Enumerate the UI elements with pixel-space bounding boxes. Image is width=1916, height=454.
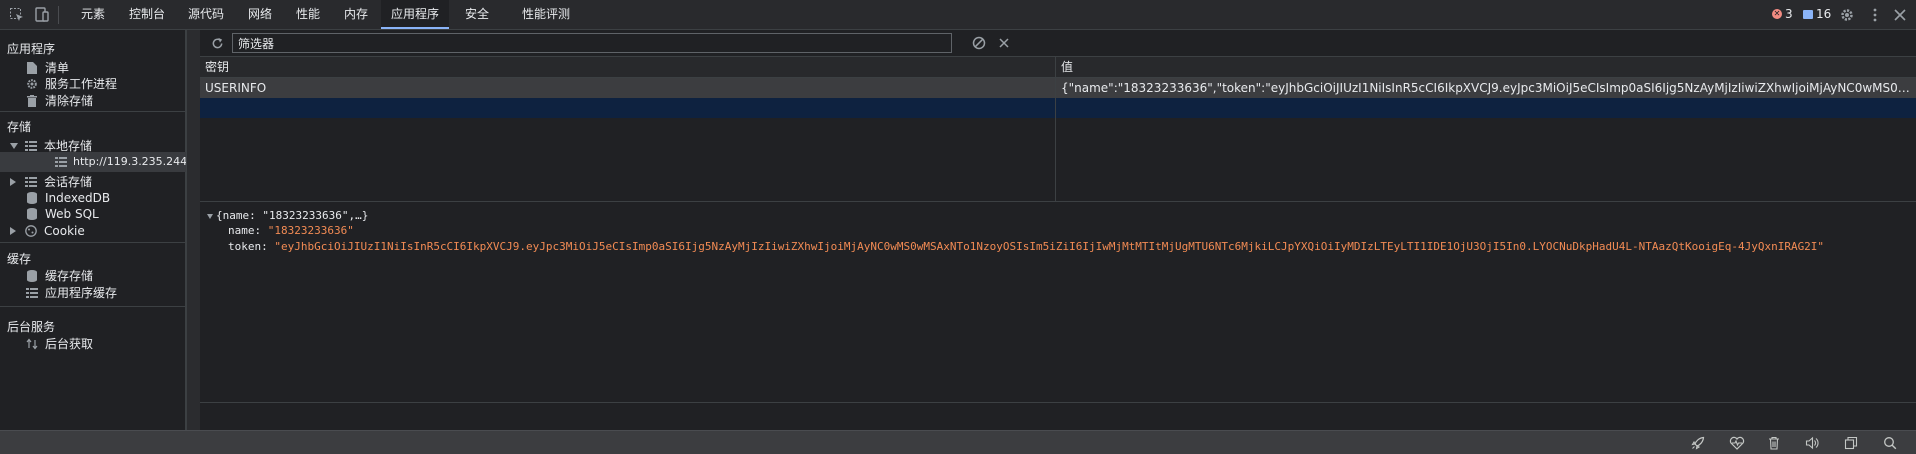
devtools-toolbar: 元素 控制台 源代码 网络 性能 内存 应用程序 安全 性能评测 ✕ 3 16 (0, 0, 1916, 30)
section-divider (0, 111, 186, 112)
expand-triangle-icon[interactable] (10, 143, 18, 149)
application-sidebar: 应用程序 清单 服务工作进程 清除存储 存储 本地存储 http://119.3… (0, 30, 188, 430)
section-title-cache: 缓存 (7, 252, 32, 266)
tab-memory[interactable]: 内存 (334, 0, 378, 29)
row-value-cell[interactable]: {"name":"18323233636","token":"eyJhbGciO… (1061, 78, 1911, 98)
property-key: token (228, 240, 262, 253)
property-key: name (228, 224, 255, 237)
table-header: 密钥 值 (200, 57, 1916, 78)
gear-icon (25, 77, 39, 91)
preview-object-summary[interactable]: {name: "18323233636",…} (207, 209, 368, 222)
sidebar-item-cookies[interactable]: Cookie (10, 221, 85, 241)
message-count-badge[interactable]: 16 (1803, 7, 1831, 21)
gear-icon[interactable] (1838, 6, 1856, 24)
table-grid-icon (24, 139, 38, 153)
table-row[interactable]: USERINFO {"name":"18323233636","token":"… (200, 78, 1916, 98)
layers-icon[interactable] (1842, 434, 1860, 452)
database-icon (25, 191, 39, 205)
preview-property-name: name: "18323233636" (228, 224, 354, 237)
error-count: 3 (1785, 7, 1793, 21)
filter-input[interactable] (232, 33, 952, 53)
column-header-value[interactable]: 值 (1061, 57, 1073, 77)
drawer-toolbar (0, 430, 1916, 454)
object-summary-text: {name: "18323233636",…} (216, 209, 369, 222)
column-header-key[interactable]: 密钥 (205, 57, 229, 77)
value-preview-pane: {name: "18323233636",…} name: "183232336… (200, 202, 1916, 402)
refresh-icon[interactable] (208, 34, 226, 52)
tab-sources[interactable]: 源代码 (178, 0, 234, 29)
message-count: 16 (1816, 7, 1832, 21)
collapse-triangle-icon[interactable] (10, 227, 16, 235)
tab-security[interactable]: 安全 (455, 0, 499, 29)
heart-pulse-icon[interactable] (1728, 434, 1746, 452)
sidebar-item-background-fetch[interactable]: 后台获取 (25, 334, 93, 354)
column-divider[interactable] (1055, 57, 1056, 201)
table-grid-icon (55, 155, 67, 169)
search-icon[interactable] (1881, 434, 1899, 452)
storage-filter-bar (200, 30, 1916, 57)
property-value: "18323233636" (267, 224, 354, 237)
rocket-icon[interactable] (1689, 434, 1707, 452)
message-icon (1803, 9, 1813, 19)
section-divider (0, 242, 186, 243)
close-icon[interactable] (1891, 6, 1909, 24)
sidebar-item-clear-storage[interactable]: 清除存储 (25, 91, 93, 111)
sidebar-item-label: Cookie (44, 224, 85, 238)
sidebar-item-label: http://119.3.235.244 (73, 155, 188, 168)
row-key-cell[interactable]: USERINFO (205, 78, 1045, 98)
table-grid-icon (25, 286, 39, 300)
property-value: "eyJhbGciOiJIUzI1NiIsInR5cCI6IkpXVCJ9.ey… (274, 240, 1825, 253)
tab-lighthouse[interactable]: 性能评测 (512, 0, 580, 29)
tab-application[interactable]: 应用程序 (381, 0, 450, 29)
error-icon: ✕ (1772, 9, 1782, 19)
sidebar-item-origin[interactable]: http://119.3.235.244 (0, 152, 188, 172)
error-count-badge[interactable]: ✕ 3 (1772, 7, 1793, 21)
table-row-empty-selected[interactable] (200, 98, 1916, 118)
database-icon (25, 269, 39, 283)
trash-icon (25, 94, 39, 108)
tab-console[interactable]: 控制台 (119, 0, 175, 29)
section-title-background-services: 后台服务 (7, 320, 56, 334)
sidebar-item-label: 应用程序缓存 (45, 286, 118, 300)
toolbar-divider (58, 6, 59, 24)
table-grid-icon (24, 175, 38, 189)
sidebar-item-label: 后台获取 (45, 337, 94, 351)
tab-elements[interactable]: 元素 (71, 0, 115, 29)
trash-icon[interactable] (1765, 434, 1783, 452)
sidebar-item-application-cache[interactable]: 应用程序缓存 (25, 283, 117, 303)
delete-selected-icon[interactable] (995, 34, 1013, 52)
cookie-icon (24, 224, 38, 238)
local-storage-table: 密钥 值 USERINFO {"name":"18323233636","tok… (200, 57, 1916, 202)
speaker-icon[interactable] (1803, 434, 1821, 452)
database-icon (25, 207, 39, 221)
preview-bottom-divider (200, 402, 1916, 403)
clear-all-icon[interactable] (970, 34, 988, 52)
sidebar-scrollbar[interactable] (186, 30, 200, 430)
collapse-triangle-icon[interactable] (10, 178, 16, 186)
tab-network[interactable]: 网络 (238, 0, 282, 29)
section-divider (0, 306, 186, 307)
tab-performance[interactable]: 性能 (286, 0, 330, 29)
document-icon (25, 61, 39, 75)
inspect-icon[interactable] (8, 6, 26, 24)
section-title-application: 应用程序 (7, 42, 56, 56)
device-toggle-icon[interactable] (33, 6, 51, 24)
sidebar-item-label: 清除存储 (45, 94, 94, 108)
section-title-storage: 存储 (7, 120, 32, 134)
up-down-arrows-icon (25, 337, 39, 351)
expanded-triangle-icon[interactable] (207, 213, 213, 219)
preview-property-token: token: "eyJhbGciOiJIUzI1NiIsInR5cCI6IkpX… (228, 240, 1825, 253)
more-vertical-icon[interactable] (1866, 6, 1884, 24)
